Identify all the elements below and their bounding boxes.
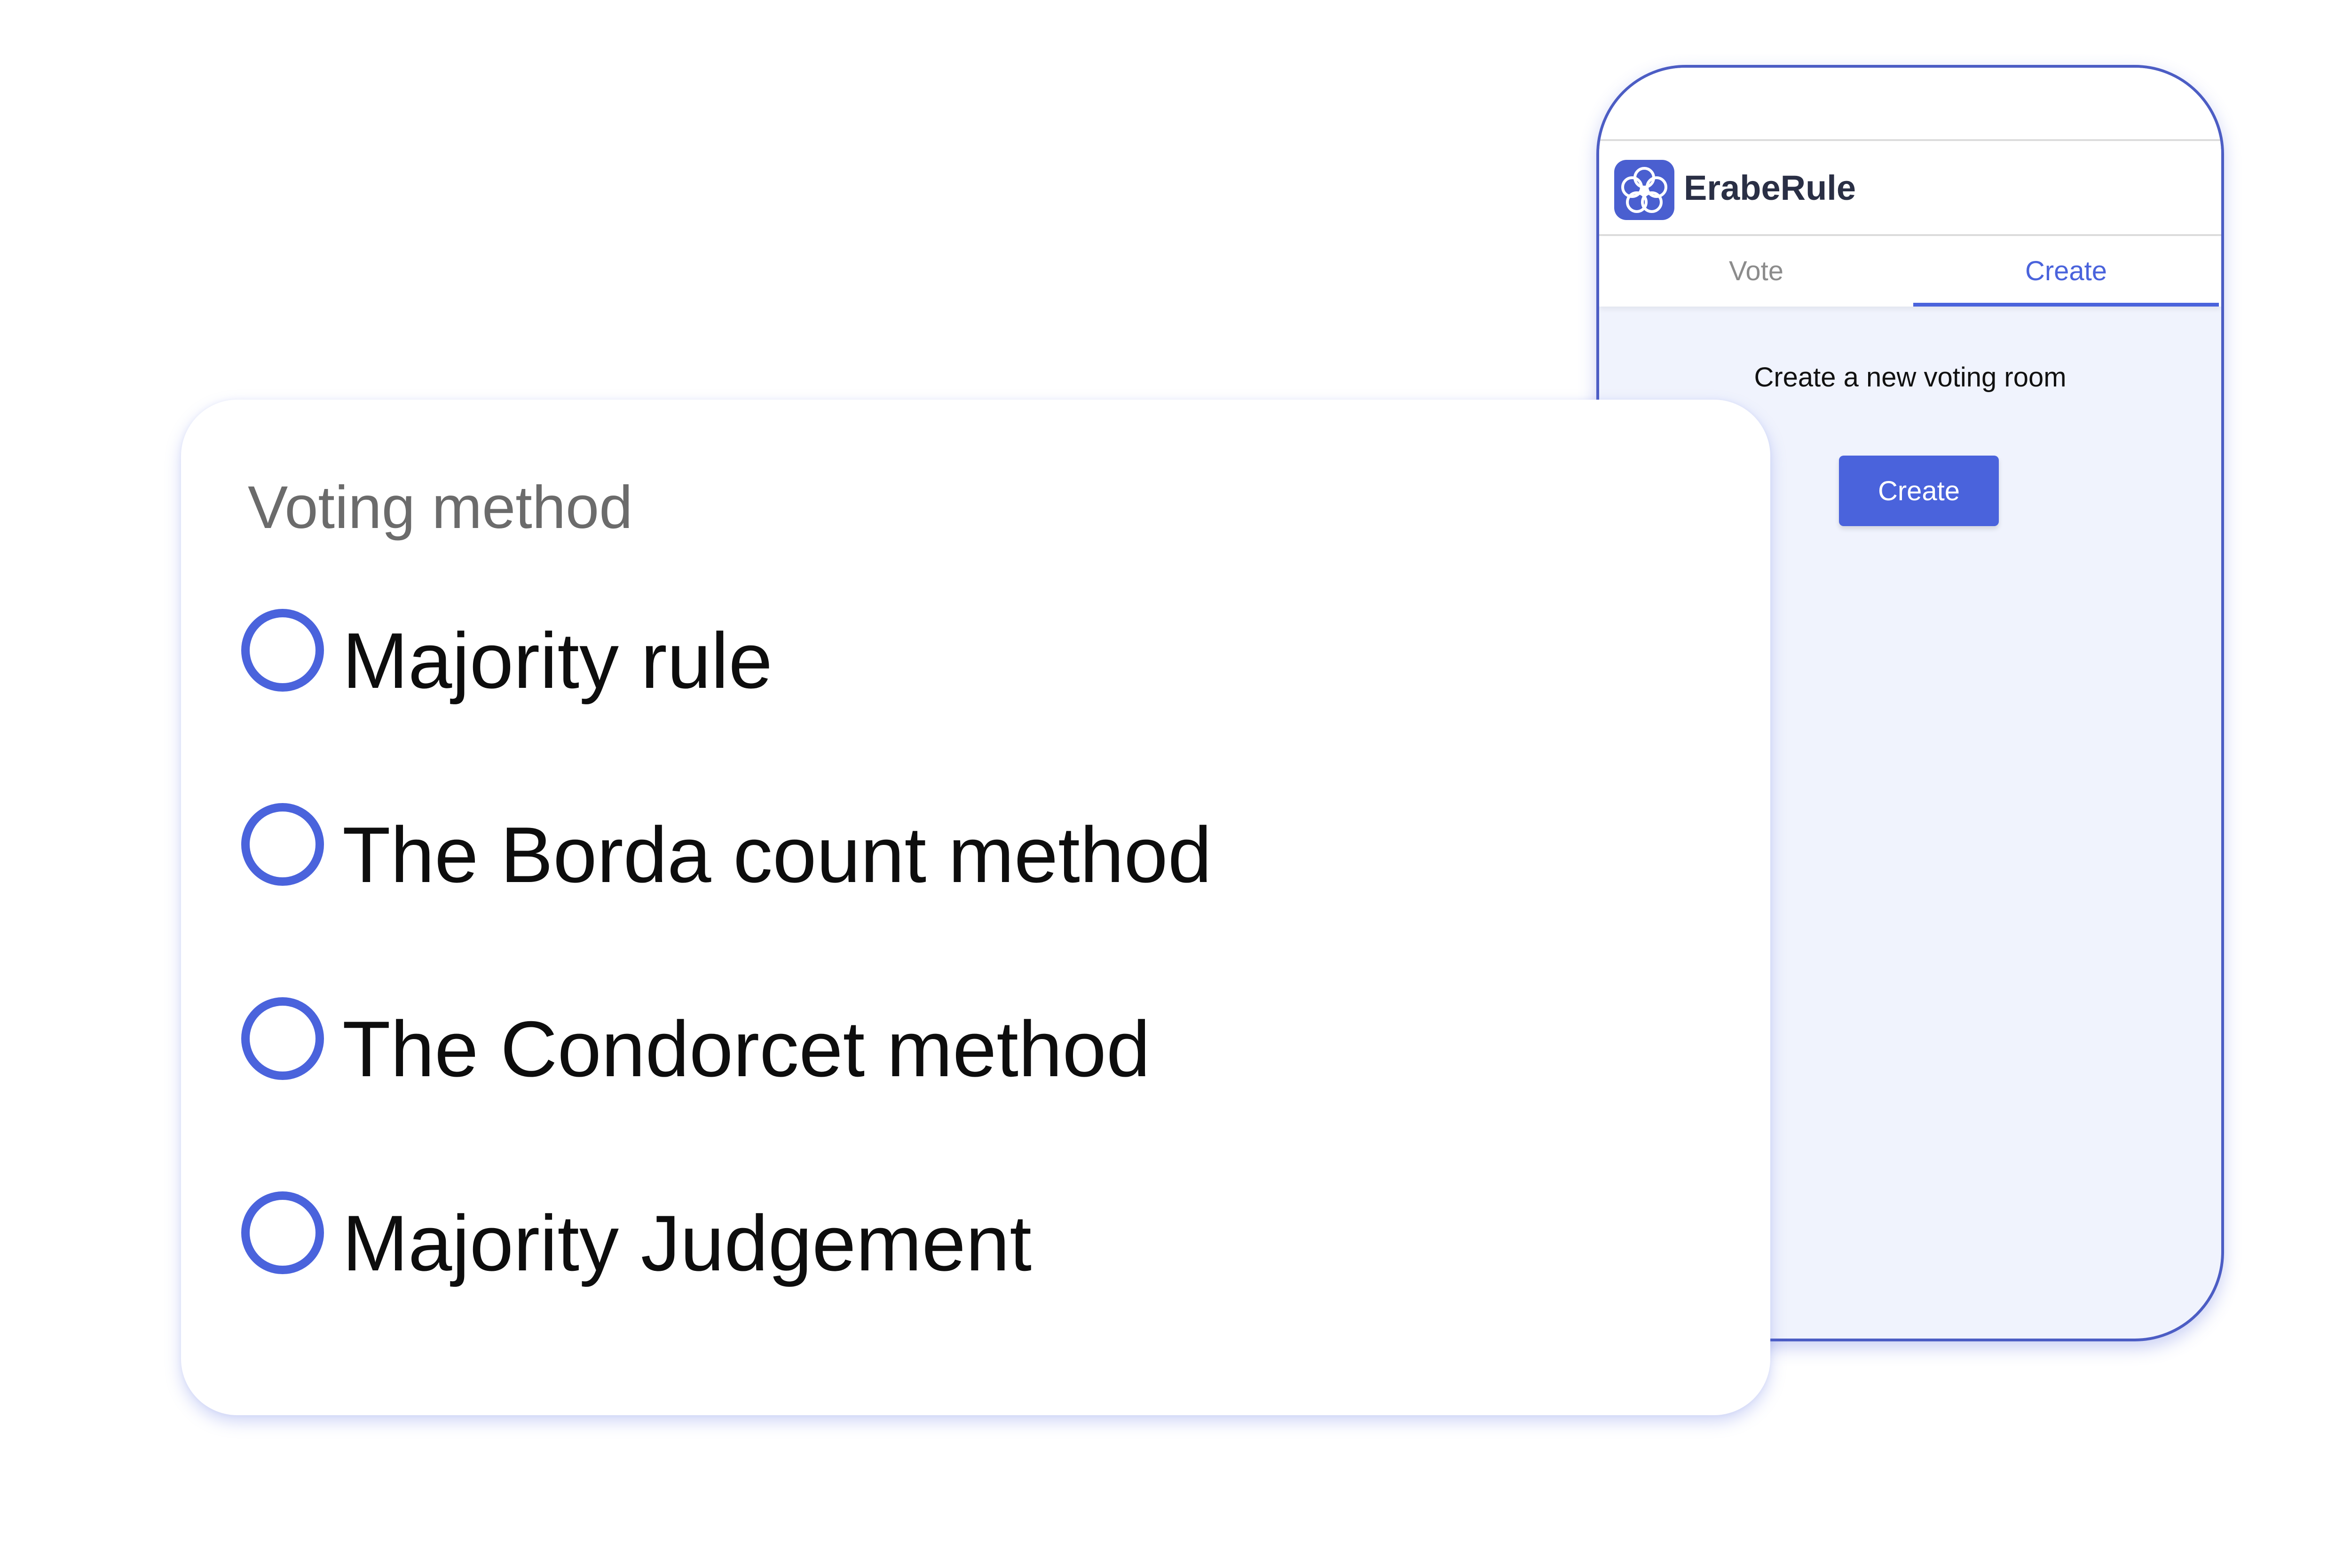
logo-graphic (1621, 167, 1667, 213)
radio-button-icon[interactable] (241, 1191, 324, 1274)
radio-button-icon[interactable] (241, 803, 324, 886)
phone-status-area (1599, 68, 2221, 139)
option-label: The Condorcet method (342, 1005, 1151, 1093)
option-label: The Borda count method (342, 811, 1212, 899)
eraberule-flower-logo-icon (1614, 160, 1674, 220)
voting-method-card: Voting method Majority rule The Borda co… (181, 400, 1770, 1415)
create-room-heading: Create a new voting room (1754, 362, 2067, 393)
tab-create[interactable]: Create (1913, 236, 2219, 307)
radio-button-icon[interactable] (241, 997, 324, 1080)
app-header: ErabeRule (1599, 139, 2221, 236)
tab-bar: Vote Create (1599, 236, 2221, 307)
tab-vote[interactable]: Vote (1599, 236, 1913, 307)
radio-button-icon[interactable] (241, 609, 324, 692)
app-title: ErabeRule (1684, 168, 1856, 207)
create-button[interactable]: Create (1839, 456, 1999, 526)
option-label: Majority Judgement (342, 1199, 1032, 1287)
option-label: Majority rule (342, 616, 773, 705)
voting-method-title: Voting method (248, 474, 633, 541)
